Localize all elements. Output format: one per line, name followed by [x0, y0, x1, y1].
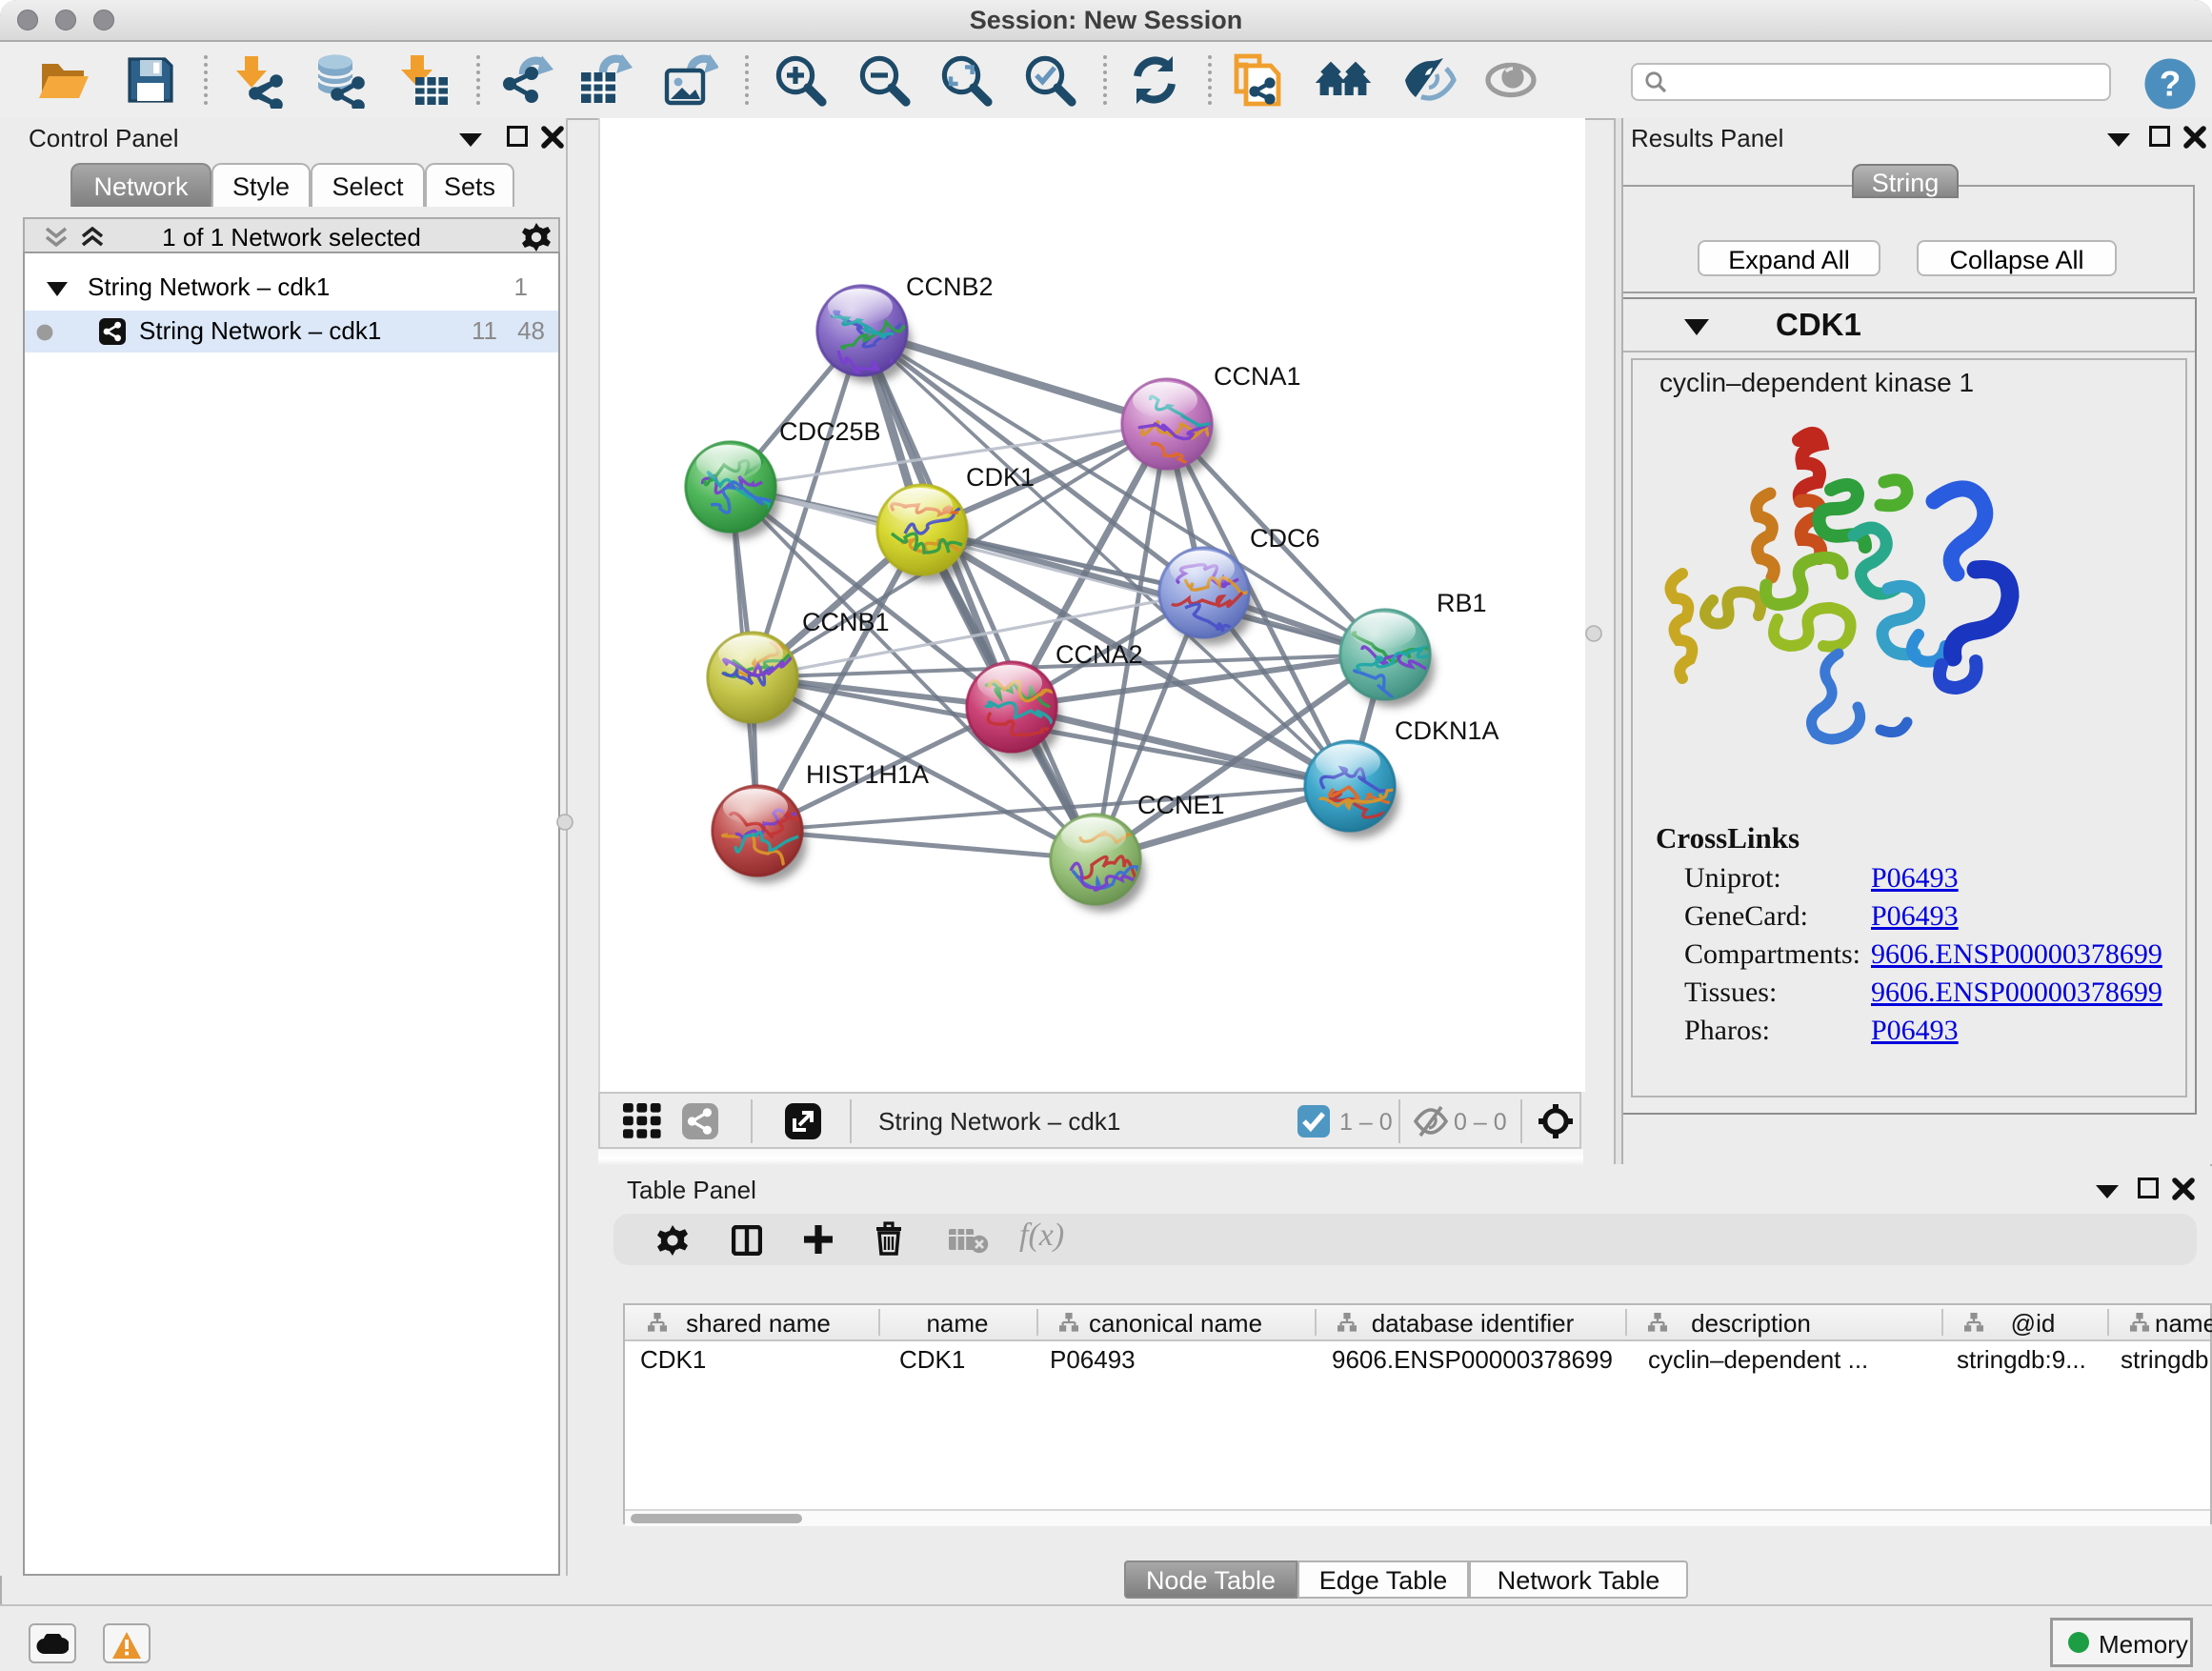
svg-text:RB1: RB1	[1437, 589, 1487, 617]
svg-text:CCNA2: CCNA2	[1056, 640, 1143, 669]
svg-text:HIST1H1A: HIST1H1A	[806, 760, 929, 789]
svg-text:CCNB2: CCNB2	[906, 272, 994, 301]
svg-text:CDC25B: CDC25B	[779, 417, 881, 446]
svg-text:CDKN1A: CDKN1A	[1395, 716, 1499, 745]
svg-text:CCNA1: CCNA1	[1214, 362, 1301, 391]
svg-text:CDC6: CDC6	[1250, 524, 1320, 553]
svg-text:CCNB1: CCNB1	[802, 608, 890, 636]
svg-text:CDK1: CDK1	[966, 463, 1035, 492]
svg-text:CCNE1: CCNE1	[1137, 791, 1225, 819]
svg-text:?: ?	[2160, 65, 2182, 104]
